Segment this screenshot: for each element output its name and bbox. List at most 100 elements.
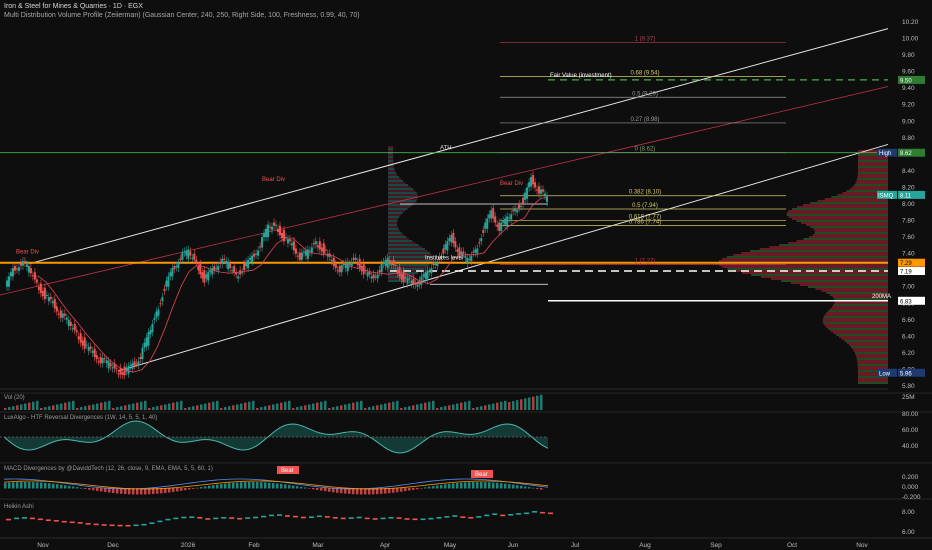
macd-histogram-bar: [12, 482, 15, 489]
heikin-candle: [388, 517, 394, 519]
volume-bar: [160, 405, 163, 410]
mini-profile-bar: [388, 220, 398, 222]
candle-body: [494, 216, 497, 223]
macd-histogram-bar: [244, 482, 247, 489]
volume-profile-bar: [814, 232, 888, 234]
macd-histogram-bar: [524, 486, 527, 489]
volume-profile-bar: [857, 178, 888, 180]
volume-bar: [228, 406, 231, 410]
y-tick-label: 9.00: [902, 118, 915, 125]
candle-body: [442, 248, 445, 254]
candle-body: [540, 189, 543, 194]
volume-profile-bar: [856, 356, 888, 358]
volume-bar: [324, 400, 327, 410]
mini-profile-bar: [388, 244, 419, 246]
heikin-candle: [420, 518, 426, 521]
candle-body: [71, 328, 74, 330]
heikin-candle: [292, 515, 298, 518]
volume-profile-bar: [822, 320, 888, 322]
mini-profile-bar: [388, 224, 398, 226]
candle-body: [37, 286, 40, 290]
candle-body: [536, 189, 539, 191]
candle-body: [290, 243, 293, 246]
volume-bar: [392, 401, 395, 410]
candle-body: [350, 261, 353, 267]
volume-bar: [188, 407, 191, 410]
candle-body: [500, 222, 503, 231]
macd-histogram-bar: [320, 488, 323, 491]
heikin-candle: [61, 520, 67, 523]
heikin-candle: [85, 523, 91, 525]
volume-profile-bar: [857, 160, 888, 162]
macd-histogram-bar: [168, 488, 171, 493]
mini-profile-bar: [388, 234, 404, 236]
macd-histogram-bar: [512, 484, 515, 489]
mini-profile-bar: [388, 246, 422, 248]
fib-label: 0.5 (9.29): [632, 91, 658, 97]
volume-bar: [492, 403, 495, 410]
y-tick-label: 8.80: [902, 135, 915, 142]
candle-body: [348, 263, 351, 265]
volume-bar: [244, 402, 247, 410]
mini-profile-bar: [388, 226, 398, 228]
chart-canvas[interactable]: 10.2010.009.809.609.409.209.008.808.608.…: [0, 0, 932, 550]
heikin-candle: [516, 513, 522, 515]
volume-profile-bar: [857, 382, 888, 384]
volume-bar: [400, 408, 403, 410]
volume-bar: [364, 408, 367, 410]
y-tick-label: 9.20: [902, 102, 915, 109]
macd-histogram-bar: [476, 482, 479, 489]
candle-body: [59, 310, 62, 318]
volume-profile-bar: [727, 268, 888, 270]
volume-bar: [12, 406, 15, 410]
volume-profile-bar: [857, 170, 888, 172]
mini-profile-bar: [388, 174, 398, 176]
volume-bar: [8, 407, 11, 410]
volume-profile-bar: [828, 310, 888, 312]
volume-profile-bar: [821, 290, 888, 292]
fair-value-label: Fair Value (investment): [550, 73, 612, 79]
candle-body: [17, 267, 20, 272]
volume-profile-bar: [741, 252, 888, 254]
candle-body: [241, 272, 244, 274]
volume-profile-bar: [803, 204, 888, 206]
volume-profile-bar: [815, 288, 888, 290]
volume-bar: [296, 407, 299, 410]
mini-profile-bar: [388, 212, 403, 214]
low-tag: 5.96: [900, 371, 912, 377]
volume-bar: [376, 405, 379, 410]
candle-body: [524, 192, 527, 200]
volume-profile-bar: [788, 210, 888, 212]
volume-profile-bar: [853, 350, 888, 352]
candle-body: [121, 372, 124, 375]
candle-body: [269, 226, 272, 228]
volume-bar: [408, 406, 411, 410]
mini-profile-bar: [388, 228, 399, 230]
y-tick-label: 10.20: [902, 19, 919, 26]
volume-bar: [496, 402, 499, 410]
volume-profile-bar: [857, 162, 888, 164]
candle-body: [169, 272, 172, 277]
y-tick-label: 8.00: [902, 201, 915, 208]
mini-profile-bar: [388, 158, 394, 160]
macd-histogram-bar: [172, 488, 175, 492]
candle-body: [376, 274, 379, 279]
heikin-candle: [237, 517, 243, 520]
volume-profile-bar: [830, 308, 888, 310]
volume-bar: [468, 400, 471, 410]
candle-body: [406, 278, 409, 284]
volume-bar: [116, 407, 119, 410]
mini-profile-bar: [388, 236, 407, 238]
macd-histogram-bar: [412, 488, 415, 490]
macd-tick: 0.000: [902, 484, 919, 491]
macd-histogram-bar: [204, 486, 207, 489]
candle-body: [161, 297, 164, 302]
ma200-label: 200MA: [872, 294, 891, 300]
volume-profile-bar: [796, 240, 888, 242]
volume-profile-bar: [823, 322, 888, 324]
volume-profile-bar: [813, 228, 888, 230]
volume-bar: [332, 407, 335, 410]
macd-histogram-bar: [104, 488, 107, 493]
volume-bar: [184, 408, 187, 410]
heikin-candle: [125, 524, 131, 527]
